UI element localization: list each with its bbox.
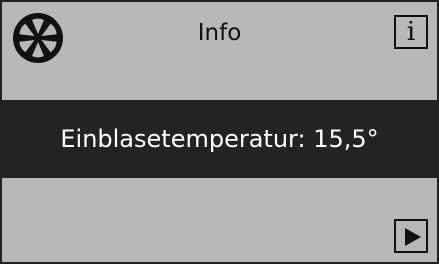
display-screen: Info i Einblasetemperatur: 15,5° [0,0,439,264]
value-label: Einblasetemperatur: [60,125,306,153]
page-title: Info [197,20,242,46]
value-reading: 15,5° [313,125,379,153]
info-button[interactable]: i [394,15,428,49]
play-icon [405,228,421,246]
next-button[interactable] [394,219,428,253]
value-display: Einblasetemperatur: 15,5° [2,100,437,178]
